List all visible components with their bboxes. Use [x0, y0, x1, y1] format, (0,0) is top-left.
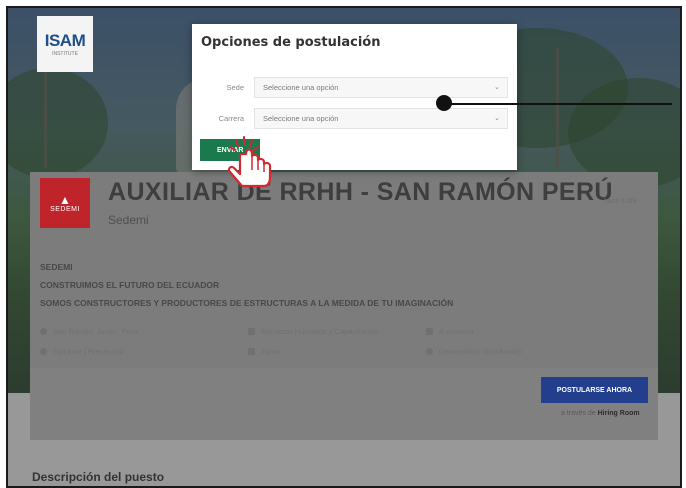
meta-location: San Ramón, Junín - Peru [40, 327, 138, 336]
meta-area-text: Recursos Humanos y Capacitación [261, 327, 379, 336]
description-line: SOMOS CONSTRUCTORES Y PRODUCTORES DE EST… [40, 298, 454, 308]
carrera-label: Carrera [218, 114, 244, 123]
site-logo[interactable]: ISAM INSTITUTE [37, 16, 93, 72]
person-icon [248, 348, 255, 355]
meta-salary: A convenir [426, 327, 474, 336]
site-logo-text: ISAM [44, 31, 86, 50]
annotation-pointer-dot [436, 95, 452, 111]
modal-title: Opciones de postulación [201, 35, 381, 50]
annotation-pointer-line [444, 103, 672, 105]
apply-via-link[interactable]: Hiring Room [598, 410, 640, 417]
site-logo-subtext: INSTITUTE [52, 51, 78, 57]
job-title: AUXILIAR DE RRHH - SAN RAMÓN PERÚ [108, 178, 613, 206]
sede-label: Sede [226, 83, 244, 92]
apply-via: a través de Hiring Room [561, 410, 640, 417]
meta-level: Junior [248, 347, 281, 356]
briefcase-icon [248, 328, 255, 335]
meta-schedule: Full-time | Presencial [40, 347, 123, 356]
apply-via-prefix: a través de [561, 410, 596, 417]
meta-schedule-text: Full-time | Presencial [53, 347, 123, 356]
clock-icon [40, 348, 47, 355]
location-pin-icon [40, 328, 47, 335]
company-logo: ▲ SEDEMI [40, 178, 90, 228]
sede-select-value: Seleccione una opción [263, 83, 339, 92]
hand-cursor-icon [227, 136, 272, 188]
meta-education-text: Universitario (Graduado) [439, 347, 522, 356]
carrera-select[interactable]: Seleccione una opción ⌄ [254, 108, 508, 129]
posted-date: hace 1 día [604, 198, 637, 205]
meta-education: Universitario (Graduado) [426, 347, 521, 356]
apply-now-button[interactable]: POSTULARSE AHORA [541, 377, 648, 403]
description-line: CONSTRUIMOS EL FUTURO DEL ECUADOR [40, 280, 220, 290]
company-name[interactable]: Sedemi [108, 213, 149, 227]
chevron-down-icon: ⌄ [494, 84, 500, 91]
description-line: SEDEMI [40, 262, 73, 272]
chevron-down-icon: ⌄ [494, 115, 500, 122]
company-logo-icon: ▲ [59, 192, 71, 207]
meta-level-text: Junior [261, 347, 282, 356]
sede-select[interactable]: Seleccione una opción ⌄ [254, 77, 508, 98]
carrera-select-value: Seleccione una opción [263, 114, 339, 123]
description-section-title: Descripción del puesto [32, 470, 165, 484]
money-icon [426, 328, 433, 335]
meta-salary-text: A convenir [439, 327, 475, 336]
meta-area: Recursos Humanos y Capacitación [248, 327, 378, 336]
meta-location-text: San Ramón, Junín - Peru [53, 327, 138, 336]
graduation-cap-icon [426, 348, 433, 355]
company-logo-text: SEDEMI [50, 205, 80, 213]
